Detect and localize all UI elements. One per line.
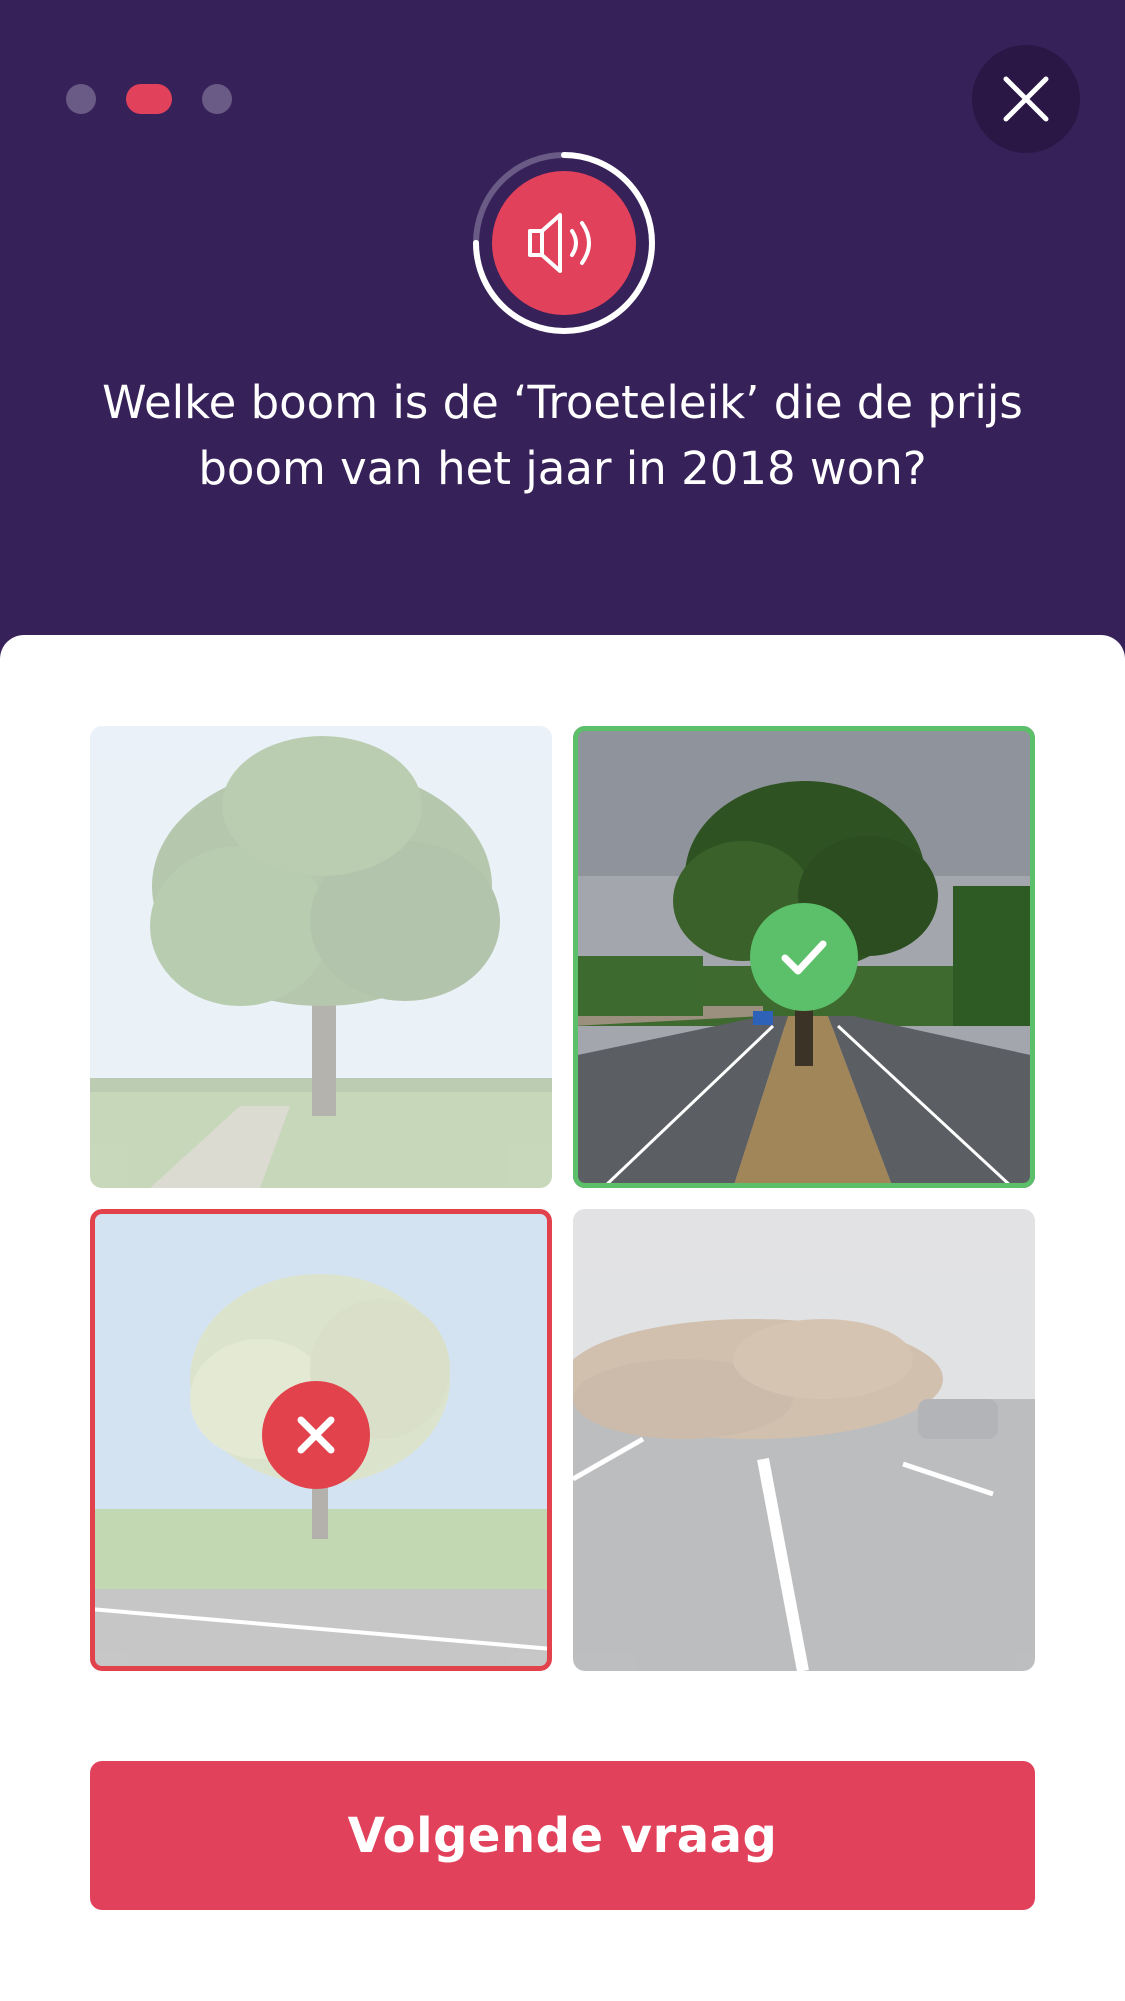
question-header: Welke boom is de ‘Troeteleik’ die de pri… (0, 0, 1125, 660)
answer-option-3[interactable] (90, 1209, 552, 1671)
answer-option-2[interactable] (573, 726, 1035, 1188)
cross-icon (297, 1416, 335, 1454)
wrong-badge (262, 1381, 370, 1489)
play-audio-button[interactable] (492, 171, 636, 315)
close-button[interactable] (972, 45, 1080, 153)
answer-option-1[interactable] (90, 726, 552, 1188)
fallen-tree-image (573, 1209, 1035, 1671)
progress-dot (202, 84, 232, 114)
correct-badge (750, 903, 858, 1011)
oak-field-image (90, 726, 552, 1188)
checkmark-icon (781, 940, 827, 975)
question-text: Welke boom is de ‘Troeteleik’ die de pri… (102, 376, 1023, 495)
close-icon (1003, 76, 1049, 122)
speaker-icon (528, 213, 591, 273)
progress-dot-active (126, 84, 172, 114)
progress-dot (66, 84, 96, 114)
answer-option-4[interactable] (573, 1209, 1035, 1671)
next-question-button[interactable]: Volgende vraag (90, 1761, 1035, 1910)
